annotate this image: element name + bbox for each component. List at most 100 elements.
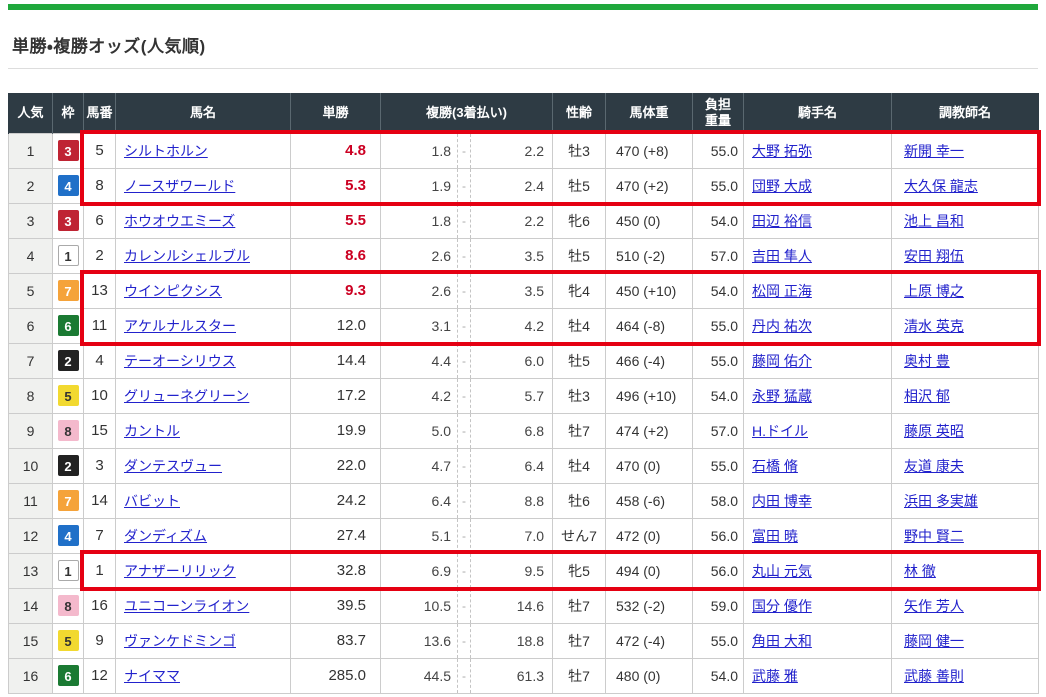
horse-name-link[interactable]: カントル [124,423,180,439]
place-odds-low: 4.2 [381,378,458,413]
jockey-link[interactable]: 富田 暁 [752,528,798,544]
trainer-link[interactable]: 藤原 英昭 [904,423,964,439]
place-odds-low: 1.8 [381,133,458,168]
jockey-link[interactable]: 団野 大成 [752,178,812,194]
trainer-link[interactable]: 矢作 芳人 [904,598,964,614]
header-trainer: 調教師名 [892,93,1039,133]
win-odds: 9.3 [291,273,381,308]
horse-name-link[interactable]: グリューネグリーン [124,388,249,404]
place-odds-low: 44.5 [381,658,458,693]
jockey-link[interactable]: 丸山 元気 [752,563,812,579]
trainer-link[interactable]: 大久保 龍志 [904,178,978,194]
place-odds-high: 2.4 [471,168,553,203]
trainer-link[interactable]: 相沢 郁 [904,388,950,404]
jockey-link[interactable]: 吉田 隼人 [752,248,812,264]
place-odds-high: 9.5 [471,553,553,588]
frame-badge: 3 [58,140,79,161]
odds-table-wrap: 人気 枠 馬番 馬名 単勝 複勝(3着払い) 性齢 馬体重 負担重量 騎手名 調… [8,93,1038,694]
horse-name-link[interactable]: ダンテスヴュー [124,458,222,474]
jockey-link[interactable]: 松岡 正海 [752,283,812,299]
table-row: 2 4 8 ノースザワールド 5.3 1.9 - 2.4 牡5 470 (+2)… [9,168,1039,203]
jockey-link[interactable]: 石橋 脩 [752,458,798,474]
trainer-link[interactable]: 奥村 豊 [904,353,950,369]
horse-weight: 494 (0) [606,553,693,588]
trainer-link[interactable]: 上原 博之 [904,283,964,299]
jockey-link[interactable]: 丹内 祐次 [752,318,812,334]
win-odds: 32.8 [291,553,381,588]
horse-weight: 470 (+8) [606,133,693,168]
horse-name-link[interactable]: ヴァンケドミンゴ [124,633,236,649]
frame-badge: 8 [58,595,79,616]
jockey-link[interactable]: 永野 猛蔵 [752,388,812,404]
trainer-link[interactable]: 新開 幸一 [904,143,964,159]
popularity-rank: 10 [9,448,53,483]
horse-name-link[interactable]: ノースザワールド [124,178,235,194]
jockey-link[interactable]: H.ドイル [752,423,808,439]
trainer-link[interactable]: 安田 翔伍 [904,248,964,264]
horse-name-link[interactable]: ダンディズム [124,528,207,544]
trainer-link[interactable]: 林 徹 [904,563,936,579]
horse-number: 15 [84,413,116,448]
horse-name-link[interactable]: ナイママ [124,668,180,684]
place-odds-high: 6.0 [471,343,553,378]
horse-name-link[interactable]: ウインピクシス [124,283,222,299]
trainer-link[interactable]: 池上 昌和 [904,213,964,229]
load-weight: 54.0 [693,273,744,308]
load-weight: 55.0 [693,623,744,658]
page-title: 単勝・複勝オッズ(人気順) [12,32,1038,57]
horse-number: 5 [84,133,116,168]
jockey-link[interactable]: 藤岡 佑介 [752,353,812,369]
place-odds-separator: - [458,203,471,238]
jockey-link[interactable]: 角田 大和 [752,633,812,649]
table-row: 14 8 16 ユニコーンライオン 39.5 10.5 - 14.6 牡7 53… [9,588,1039,623]
header-horse-number: 馬番 [84,93,116,133]
place-odds-separator: - [458,343,471,378]
jockey-link[interactable]: 国分 優作 [752,598,812,614]
win-odds: 4.8 [291,133,381,168]
sex-age: 牡7 [553,658,606,693]
horse-weight: 474 (+2) [606,413,693,448]
jockey-link[interactable]: 内田 博幸 [752,493,812,509]
place-odds-low: 4.4 [381,343,458,378]
place-odds-separator: - [458,273,471,308]
place-odds-high: 61.3 [471,658,553,693]
place-odds-high: 2.2 [471,133,553,168]
table-row: 8 5 10 グリューネグリーン 17.2 4.2 - 5.7 牡3 496 (… [9,378,1039,413]
load-weight: 55.0 [693,133,744,168]
horse-number: 9 [84,623,116,658]
jockey-link[interactable]: 大野 拓弥 [752,143,812,159]
jockey-link[interactable]: 武藤 雅 [752,668,798,684]
jockey-link[interactable]: 田辺 裕信 [752,213,812,229]
trainer-link[interactable]: 浜田 多実雄 [904,493,978,509]
horse-name-link[interactable]: テーオーシリウス [124,353,236,369]
header-horse-name: 馬名 [116,93,291,133]
place-odds-high: 18.8 [471,623,553,658]
place-odds-high: 6.4 [471,448,553,483]
frame-badge: 4 [58,525,79,546]
table-row: 11 7 14 バビット 24.2 6.4 - 8.8 牡6 458 (-6) … [9,483,1039,518]
header-row: 人気 枠 馬番 馬名 単勝 複勝(3着払い) 性齢 馬体重 負担重量 騎手名 調… [9,93,1039,133]
horse-weight: 470 (0) [606,448,693,483]
load-weight: 56.0 [693,553,744,588]
horse-name-link[interactable]: アナザーリリック [124,563,236,579]
place-odds-low: 5.1 [381,518,458,553]
horse-name-link[interactable]: シルトホルン [124,143,208,159]
sex-age: 牡3 [553,378,606,413]
win-odds: 8.6 [291,238,381,273]
horse-weight: 480 (0) [606,658,693,693]
trainer-link[interactable]: 清水 英克 [904,318,964,334]
horse-name-link[interactable]: カレンルシェルブル [124,248,250,264]
horse-weight: 496 (+10) [606,378,693,413]
trainer-link[interactable]: 友道 康夫 [904,458,964,474]
horse-number: 16 [84,588,116,623]
horse-number: 7 [84,518,116,553]
horse-name-link[interactable]: バビット [124,493,180,509]
trainer-link[interactable]: 野中 賢二 [904,528,964,544]
popularity-rank: 15 [9,623,53,658]
horse-name-link[interactable]: ユニコーンライオン [124,598,249,614]
horse-name-link[interactable]: アケルナルスター [124,318,236,334]
trainer-link[interactable]: 武藤 善則 [904,668,964,684]
horse-name-link[interactable]: ホウオウエミーズ [124,213,235,229]
frame-badge: 6 [58,665,79,686]
trainer-link[interactable]: 藤岡 健一 [904,633,964,649]
